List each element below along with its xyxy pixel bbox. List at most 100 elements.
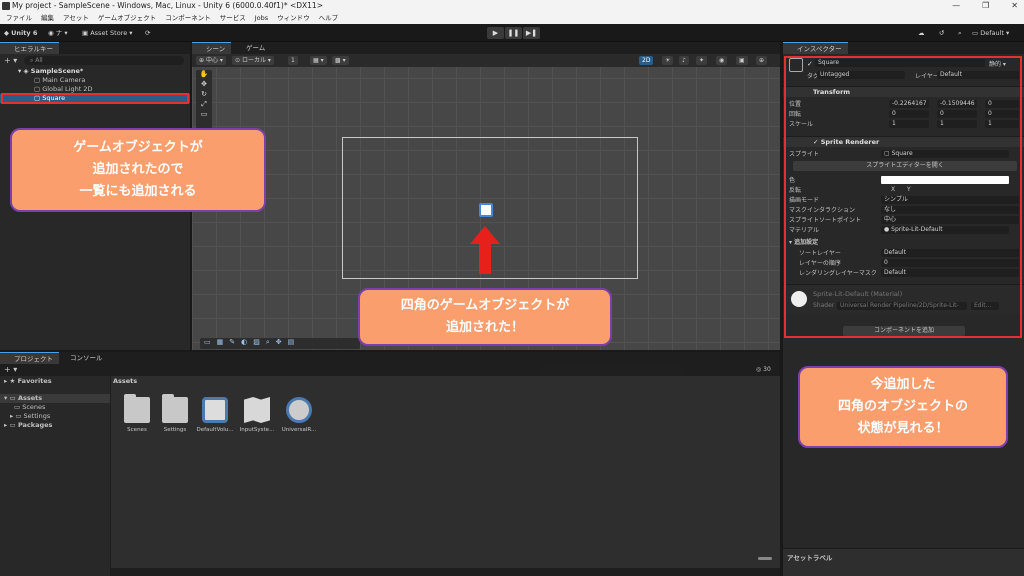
unity-account-button[interactable]: ◆ Unity 6 <box>4 28 37 39</box>
packages-label: Packages <box>17 421 53 429</box>
pivot-dropdown[interactable]: ⊕ 中心 ▾ <box>196 56 226 65</box>
menu-component[interactable]: コンポーネント <box>165 12 211 24</box>
grid-size-field[interactable]: 1 <box>288 56 298 65</box>
camera-icon[interactable]: ▣ <box>736 56 748 65</box>
asset-settings[interactable]: Settings <box>156 394 194 433</box>
title-bar: My project - SampleScene - Windows, Mac,… <box>0 0 1024 12</box>
overlay-move-icon[interactable]: ✥ <box>276 338 282 349</box>
tab-inspector[interactable]: インスペクター <box>783 42 848 54</box>
asset-label: Scenes <box>127 427 147 433</box>
search-icon[interactable]: ⌕ <box>958 28 962 39</box>
tree-item-scenes[interactable]: ▭ Scenes <box>0 403 110 412</box>
hierarchy-search-input[interactable]: ⌕ All <box>24 56 184 65</box>
asset-store-button[interactable]: ▣ Asset Store ▾ <box>82 28 133 39</box>
pause-button[interactable]: ❚❚ <box>505 27 522 39</box>
overlay-zoom-icon[interactable]: ⌕ <box>266 338 270 349</box>
tab-game[interactable]: ゲーム <box>232 42 271 54</box>
menu-assets[interactable]: アセット <box>63 12 89 24</box>
menu-gameobject[interactable]: ゲームオブジェクト <box>98 12 156 24</box>
grid-size-value: 1 <box>291 57 295 64</box>
project-tab-label: プロジェクト <box>14 355 53 363</box>
scale-tool-icon[interactable]: ⤢ <box>196 100 212 110</box>
callout-line: ゲームオブジェクトが <box>73 140 203 155</box>
tree-item-label: Settings <box>23 412 51 420</box>
minimize-icon[interactable]: — <box>952 0 960 12</box>
gizmos-icon[interactable]: ⊕ <box>756 56 768 65</box>
favorites-item[interactable]: ▸ ★ Favorites <box>0 377 110 386</box>
hierarchy-item-label: Main Camera <box>42 76 86 84</box>
hierarchy-highlight-box <box>1 93 189 104</box>
layout-dropdown[interactable]: ▭ Default ▾ <box>972 28 1009 39</box>
pivot-label: 中心 <box>205 57 218 64</box>
callout-line: 四角のオブジェクトの <box>837 399 968 414</box>
rotate-tool-icon[interactable]: ↻ <box>196 90 212 100</box>
play-button[interactable]: ▶ <box>487 27 504 39</box>
space-dropdown[interactable]: ⊙ ローカル ▾ <box>232 56 274 65</box>
overlay-fill-icon[interactable]: ▨ <box>253 338 260 349</box>
menu-services[interactable]: サービス <box>220 12 246 24</box>
rect-tool-icon[interactable]: ▭ <box>196 110 212 120</box>
maximize-icon[interactable]: ❐ <box>982 0 989 12</box>
project-tree: ▸ ★ Favorites ▾ ▭ Assets ▭ Scenes ▸ ▭ Se… <box>0 376 110 576</box>
snap-icon[interactable]: ▩ ▾ <box>332 56 349 65</box>
asset-universal-rp[interactable]: UniversalR... <box>280 397 318 433</box>
audio-icon[interactable]: ♪ <box>679 56 689 65</box>
tree-item-settings[interactable]: ▸ ▭ Settings <box>0 412 110 421</box>
assets-item[interactable]: ▾ ▭ Assets <box>0 394 110 403</box>
packages-item[interactable]: ▸ ▭ Packages <box>0 421 110 430</box>
history-icon[interactable]: ↺ <box>939 28 944 39</box>
light-icon[interactable]: ☀ <box>662 56 674 65</box>
2d-toggle[interactable]: 2D <box>639 56 654 65</box>
overlay-grid-icon[interactable]: ▦ <box>217 338 224 349</box>
input-actions-icon <box>244 397 270 423</box>
overlay-tile-icon[interactable]: ▤ <box>288 338 295 349</box>
scene-row[interactable]: ▾ ◈ SampleScene* <box>0 67 190 76</box>
asset-default-volume[interactable]: DefaultVolu... <box>196 397 234 433</box>
grid-icon[interactable]: ▦ ▾ <box>310 56 327 65</box>
hierarchy-item-main-camera[interactable]: ▢ Main Camera <box>0 76 190 85</box>
overlay-circle-icon[interactable]: ◐ <box>241 338 247 349</box>
asset-label: InputSyste... <box>239 427 275 433</box>
hierarchy-tabbar: ヒエラルキー <box>0 42 190 54</box>
hierarchy-callout: ゲームオブジェクトが 追加されたので 一覧にも追加される <box>10 128 266 212</box>
callout-line: 状態が見れる！ <box>857 421 949 436</box>
asset-scenes[interactable]: Scenes <box>118 394 156 433</box>
cloud-icon[interactable]: ☁ <box>918 28 925 39</box>
zoom-slider[interactable] <box>758 557 772 560</box>
tab-project[interactable]: プロジェクト <box>0 352 59 364</box>
menu-edit[interactable]: 編集 <box>41 12 54 24</box>
tool-palette: ✋ ✥ ↻ ⤢ ▭ <box>196 70 212 132</box>
account-button[interactable]: ◉ ナ ▾ <box>48 28 68 39</box>
hand-tool-icon[interactable]: ✋ <box>196 70 212 80</box>
scene-tab-label: シーン <box>206 45 226 53</box>
space-label: ローカル <box>241 57 266 64</box>
version-control-icon[interactable]: ⟳ <box>145 28 150 39</box>
tab-scene[interactable]: シーン <box>192 42 232 54</box>
item-count: ◎ 30 <box>756 366 771 373</box>
move-tool-icon[interactable]: ✥ <box>196 80 212 90</box>
close-icon[interactable]: ✕ <box>1011 0 1018 12</box>
menu-window[interactable]: ウィンドウ <box>277 12 310 24</box>
tab-console[interactable]: コンソール <box>56 352 109 364</box>
effects-icon[interactable]: ✦ <box>696 56 708 65</box>
callout-line: 一覧にも追加される <box>79 184 197 199</box>
project-add-button[interactable]: + ▾ <box>4 365 17 374</box>
asset-input-system[interactable]: InputSyste... <box>238 397 276 433</box>
menu-file[interactable]: ファイル <box>6 12 32 24</box>
tab-hierarchy[interactable]: ヒエラルキー <box>0 42 59 54</box>
overlay-brush-icon[interactable]: ✎ <box>229 338 235 349</box>
menu-jobs[interactable]: Jobs <box>255 12 268 24</box>
overlay-rect-icon[interactable]: ▭ <box>204 338 211 349</box>
asset-store-label: Asset Store <box>90 29 128 37</box>
scene-toolbar: ⊕ 中心 ▾ ⊙ ローカル ▾ 1 ▦ ▾ ▩ ▾ 2D ☀ ♪ ✦ ◉ ▣ ⊕ <box>192 54 780 67</box>
menu-help[interactable]: ヘルプ <box>319 12 339 24</box>
square-gizmo-icon[interactable] <box>479 203 493 217</box>
account-label: ナ <box>55 29 63 37</box>
visibility-icon[interactable]: ◉ <box>716 56 728 65</box>
step-button[interactable]: ▶❚ <box>523 27 540 39</box>
tree-item-label: Scenes <box>22 403 46 411</box>
add-button[interactable]: + ▾ <box>4 56 17 65</box>
project-search-input[interactable] <box>536 366 686 375</box>
unity-version-label: Unity 6 <box>11 29 38 37</box>
scene-callout: 四角のゲームオブジェクトが 追加された！ <box>358 288 612 346</box>
